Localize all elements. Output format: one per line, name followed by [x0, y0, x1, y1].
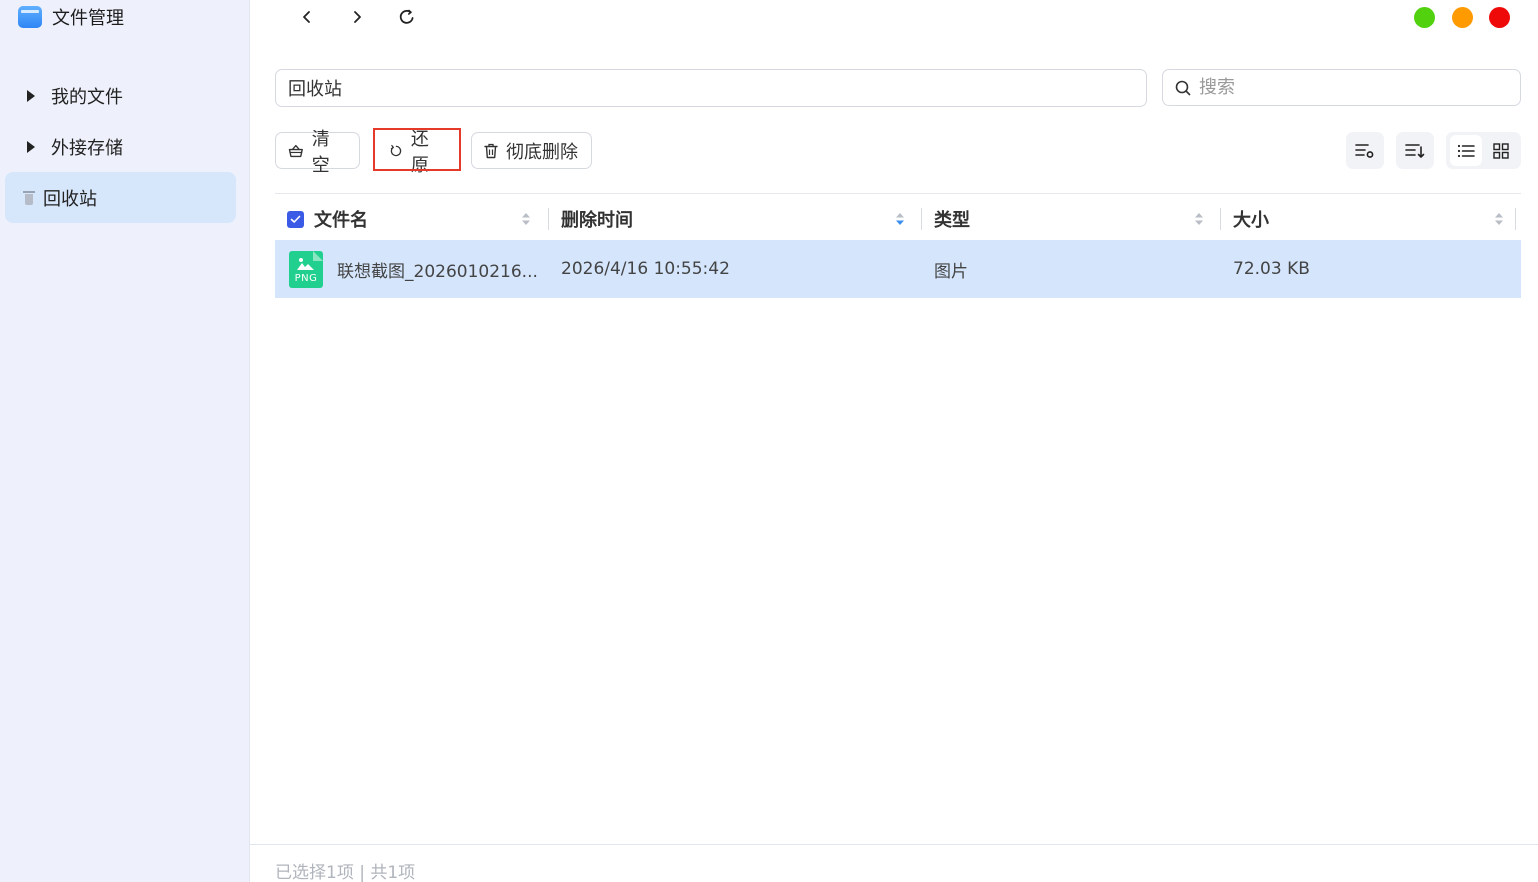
sidebar-item-label: 外接存储 — [51, 137, 123, 159]
trash-icon — [23, 190, 35, 205]
column-separator — [921, 208, 922, 230]
column-header-label: 类型 — [934, 210, 970, 231]
grid-view-button[interactable] — [1485, 135, 1517, 166]
deleted-time: 2026/4/16 10:55:42 — [561, 259, 730, 279]
file-type: 图片 — [934, 261, 968, 282]
back-button[interactable] — [282, 0, 332, 34]
list-settings-icon — [1355, 143, 1374, 158]
header-deleted-time[interactable]: 删除时间 — [561, 199, 633, 239]
path-bar[interactable]: 回收站 — [275, 69, 1147, 107]
clear-label: 清空 — [311, 128, 330, 176]
refresh-icon — [399, 9, 414, 24]
sidebar: 文件管理 我的文件 外接存储 回收站 — [0, 0, 250, 882]
app-title-text: 文件管理 — [52, 8, 124, 29]
sort-desc-active-icon[interactable] — [895, 211, 905, 227]
column-settings-button[interactable] — [1346, 132, 1384, 169]
table-header: 文件名 删除时间 类型 大小 — [275, 199, 1521, 239]
png-file-icon: PNG — [289, 250, 323, 288]
header-type[interactable]: 类型 — [934, 199, 970, 239]
column-separator — [1515, 208, 1516, 230]
forward-button[interactable] — [332, 0, 382, 34]
sort-toggle-icon[interactable] — [1194, 211, 1204, 227]
restore-button[interactable]: 还原 — [377, 129, 457, 176]
sort-icon — [1405, 143, 1425, 158]
minimize-button[interactable] — [1452, 7, 1473, 28]
sidebar-item-external-storage[interactable]: 外接存储 — [5, 121, 236, 172]
selection-status: 已选择1项 | 共1项 — [275, 863, 416, 882]
toolbar-divider — [275, 193, 1521, 194]
file-icon-cell: PNG — [289, 240, 323, 298]
column-header-label: 大小 — [1233, 210, 1269, 231]
file-manager-window: 文件管理 我的文件 外接存储 回收站 回收站 搜索 清空 还原 彻底删除 文件名… — [0, 0, 1538, 882]
view-mode-toggle — [1446, 132, 1521, 169]
caret-right-icon — [27, 140, 35, 153]
column-header-label: 文件名 — [314, 210, 368, 231]
search-box[interactable] — [1162, 69, 1521, 106]
file-type-badge: PNG — [294, 272, 318, 284]
sidebar-item-my-files[interactable]: 我的文件 — [5, 70, 236, 121]
select-all-checkbox[interactable] — [287, 210, 304, 228]
sidebar-item-label: 我的文件 — [51, 86, 123, 108]
column-separator — [1220, 208, 1221, 230]
check-icon — [290, 215, 301, 223]
search-icon — [1175, 80, 1191, 95]
sort-button[interactable] — [1396, 132, 1434, 169]
search-input[interactable] — [1199, 77, 1499, 98]
permanent-delete-label: 彻底删除 — [506, 141, 578, 163]
top-navigation — [282, 0, 432, 34]
grid-view-icon — [1493, 142, 1509, 159]
table-row[interactable]: PNG 联想截图_2026010216... 2026/4/16 10:55:4… — [275, 240, 1521, 298]
maximize-button[interactable] — [1414, 7, 1435, 28]
sort-toggle-icon[interactable] — [521, 211, 531, 227]
restore-icon — [390, 144, 402, 156]
file-name: 联想截图_2026010216... — [337, 261, 538, 282]
basket-icon — [288, 144, 303, 157]
trash-icon — [484, 143, 498, 158]
permanent-delete-button[interactable]: 彻底删除 — [471, 132, 592, 169]
clear-button[interactable]: 清空 — [275, 129, 360, 176]
folder-app-icon — [18, 6, 42, 28]
close-button[interactable] — [1489, 7, 1510, 28]
header-filename[interactable]: 文件名 — [287, 199, 368, 239]
sidebar-item-recycle-bin[interactable]: 回收站 — [5, 172, 236, 223]
sort-toggle-icon[interactable] — [1494, 211, 1504, 227]
app-title: 文件管理 — [18, 4, 124, 30]
column-header-label: 删除时间 — [561, 210, 633, 231]
restore-label: 还原 — [410, 128, 429, 176]
chevron-left-icon — [303, 11, 310, 23]
caret-right-icon — [27, 89, 35, 102]
list-view-icon — [1457, 144, 1475, 157]
path-text: 回收站 — [288, 79, 342, 100]
status-divider — [250, 844, 1538, 845]
header-size[interactable]: 大小 — [1233, 199, 1269, 239]
file-size: 72.03 KB — [1233, 259, 1310, 279]
sidebar-item-label: 回收站 — [43, 188, 97, 210]
column-separator — [548, 208, 549, 230]
refresh-button[interactable] — [382, 0, 432, 34]
list-view-button[interactable] — [1450, 135, 1482, 166]
chevron-right-icon — [354, 11, 361, 23]
